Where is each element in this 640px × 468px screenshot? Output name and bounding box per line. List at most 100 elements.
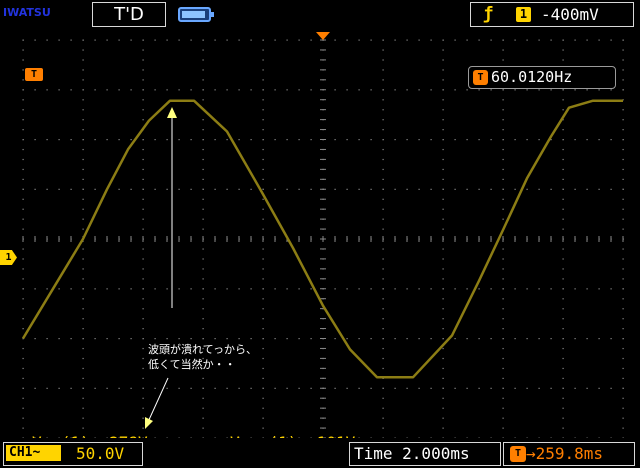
grid-dot	[382, 59, 384, 61]
grid-dot	[202, 158, 204, 161]
grid-dot	[106, 139, 108, 141]
grid-dot	[550, 288, 552, 290]
grid-dot	[574, 139, 576, 141]
grid-dot	[382, 39, 384, 41]
grid-dot	[610, 288, 612, 290]
grid-dot	[514, 39, 516, 41]
grid-dot	[574, 89, 576, 91]
grid-dot	[286, 387, 288, 389]
grid-dot	[22, 218, 24, 220]
grid-dot	[202, 248, 204, 250]
grid-dot	[202, 427, 204, 429]
grid-dot	[394, 188, 396, 190]
grid-dot	[274, 89, 276, 91]
grid-dot	[202, 268, 204, 270]
grid-dot	[334, 387, 336, 389]
timebase-setting[interactable]: Time 2.000ms	[349, 442, 501, 466]
grid-dot	[562, 387, 564, 389]
grid-dot	[58, 39, 60, 41]
grid-dot	[334, 338, 336, 340]
grid-dot	[262, 69, 264, 71]
grid-dot	[382, 417, 384, 419]
grid-dot	[22, 258, 24, 260]
grid-dot	[58, 89, 60, 91]
grid-dot	[562, 308, 564, 310]
grid-dot	[202, 79, 204, 81]
grid-dot	[190, 288, 192, 290]
grid-dot	[262, 298, 264, 300]
grid-dot	[202, 228, 204, 230]
grid-dot	[490, 188, 492, 190]
grid-dot	[82, 377, 84, 379]
grid-dot	[610, 39, 612, 41]
grid-dot	[154, 387, 156, 389]
grid-dot	[622, 387, 624, 389]
grid-dot	[502, 328, 504, 330]
grid-dot	[334, 39, 336, 41]
grid-dot	[82, 248, 84, 250]
grid-dot	[598, 188, 600, 190]
grid-dot	[334, 89, 336, 91]
grid-dot	[394, 39, 396, 41]
run-status-indicator[interactable]: T'D	[92, 2, 166, 27]
grid-dot	[526, 288, 528, 290]
grid-dot	[58, 188, 60, 190]
battery-fill	[182, 11, 205, 18]
grid-dot	[262, 198, 264, 200]
grid-dot	[598, 39, 600, 41]
grid-dot	[586, 139, 588, 141]
grid-dot	[238, 188, 240, 190]
grid-dot	[382, 188, 384, 190]
grid-dot	[226, 39, 228, 41]
grid-dot	[82, 139, 84, 141]
grid-dot	[478, 338, 480, 340]
grid-dot	[214, 89, 216, 91]
grid-dot	[622, 39, 624, 41]
grid-dot	[562, 397, 564, 399]
grid-dot	[562, 59, 564, 61]
grid-dot	[562, 298, 564, 300]
grid-dot	[250, 288, 252, 290]
grid-dot	[442, 168, 444, 171]
grid-dot	[202, 318, 204, 320]
grid-dot	[310, 338, 312, 340]
grid-dot	[262, 278, 264, 280]
channel-1-settings[interactable]: CH1~ 50.0V	[3, 442, 143, 466]
grid-dot	[250, 89, 252, 91]
grid-dot	[370, 338, 372, 340]
frequency-value: 60.0120Hz	[491, 68, 573, 86]
grid-dot	[430, 188, 432, 190]
grid-dot	[394, 139, 396, 141]
grid-dot	[442, 109, 444, 111]
grid-dot	[502, 318, 504, 320]
grid-dot	[406, 89, 408, 91]
grid-dot	[562, 39, 564, 41]
grid-dot	[118, 288, 120, 290]
grid-dot	[22, 288, 24, 290]
grid-dot	[262, 148, 264, 151]
grid-dot	[106, 39, 108, 41]
grid-dot	[202, 119, 204, 121]
grid-dot	[502, 278, 504, 280]
grid-dot	[46, 288, 48, 290]
grid-dot	[562, 208, 564, 210]
grid-dot	[262, 218, 264, 220]
grid-dot	[622, 248, 624, 250]
grid-dot	[250, 139, 252, 141]
trigger-delay-setting[interactable]: T →259.8ms	[503, 442, 635, 466]
grid-dot	[418, 39, 420, 41]
grid-dot	[22, 139, 24, 141]
grid-dot	[538, 288, 540, 290]
grid-dot	[358, 139, 360, 141]
grid-dot	[418, 188, 420, 190]
grid-dot	[310, 188, 312, 190]
grid-dot	[442, 338, 444, 340]
grid-dot	[202, 328, 204, 330]
grid-dot	[466, 188, 468, 190]
grid-dot	[442, 347, 444, 350]
grid-dot	[142, 89, 144, 91]
grid-dot	[262, 178, 264, 180]
trigger-settings[interactable]: ƒ 1 -400mV	[470, 2, 634, 27]
grid-dot	[142, 427, 144, 429]
grid-dot	[274, 39, 276, 41]
